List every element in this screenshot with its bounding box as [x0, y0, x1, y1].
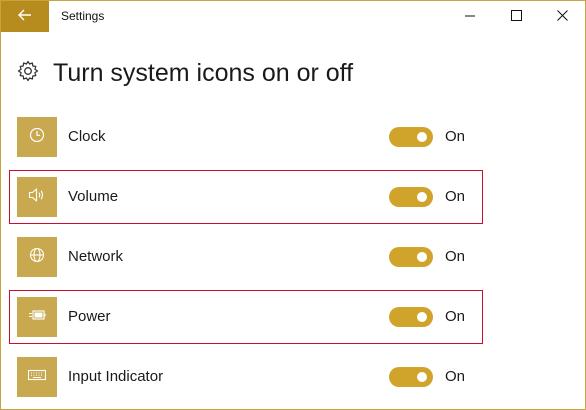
- maximize-icon: [510, 8, 522, 26]
- setting-row-clock: Clock On: [17, 117, 477, 157]
- input-indicator-label: Input Indicator: [68, 368, 164, 385]
- toggle-knob: [417, 312, 427, 322]
- input-indicator-tile: [17, 357, 57, 397]
- network-toggle[interactable]: [389, 247, 433, 267]
- window-title: Settings: [61, 9, 105, 23]
- toggle-knob: [417, 372, 427, 382]
- clock-tile: [17, 117, 57, 157]
- setting-row-volume: Volume On: [17, 177, 477, 217]
- power-toggle[interactable]: [389, 307, 433, 327]
- keyboard-icon: [27, 368, 47, 386]
- maximize-button[interactable]: [493, 1, 539, 32]
- gear-icon: [17, 60, 39, 87]
- setting-row-power: Power On: [17, 297, 477, 337]
- volume-icon: [28, 187, 46, 208]
- input-indicator-state: On: [445, 368, 466, 385]
- close-button[interactable]: [539, 1, 585, 32]
- network-state: On: [445, 248, 466, 265]
- clock-toggle[interactable]: [389, 127, 433, 147]
- power-tile: [17, 297, 57, 337]
- toggle-knob: [417, 252, 427, 262]
- volume-label: Volume: [68, 188, 119, 205]
- volume-state: On: [445, 188, 466, 205]
- minimize-icon: [465, 8, 475, 26]
- close-icon: [556, 8, 568, 26]
- toggle-knob: [417, 192, 427, 202]
- settings-window: Settings Turn system icons on or off Clo…: [0, 0, 586, 410]
- minimize-button[interactable]: [447, 1, 493, 32]
- title-bar: Settings: [1, 1, 585, 32]
- setting-row-network: Network On: [17, 237, 477, 277]
- network-tile: [17, 237, 57, 277]
- power-icon: [28, 308, 46, 327]
- toggle-knob: [417, 132, 427, 142]
- power-label: Power: [68, 308, 111, 325]
- input-indicator-toggle[interactable]: [389, 367, 433, 387]
- page-header: Turn system icons on or off: [17, 59, 353, 88]
- network-icon: [29, 247, 45, 268]
- volume-toggle[interactable]: [389, 187, 433, 207]
- clock-label: Clock: [68, 128, 106, 145]
- network-label: Network: [68, 248, 124, 265]
- back-button[interactable]: [1, 1, 49, 32]
- page-title: Turn system icons on or off: [53, 59, 354, 87]
- clock-state: On: [445, 128, 466, 145]
- volume-tile: [17, 177, 57, 217]
- back-arrow-icon: [18, 8, 32, 26]
- power-state: On: [445, 308, 466, 325]
- setting-row-input-indicator: Input Indicator On: [17, 357, 477, 397]
- clock-icon: [29, 127, 45, 148]
